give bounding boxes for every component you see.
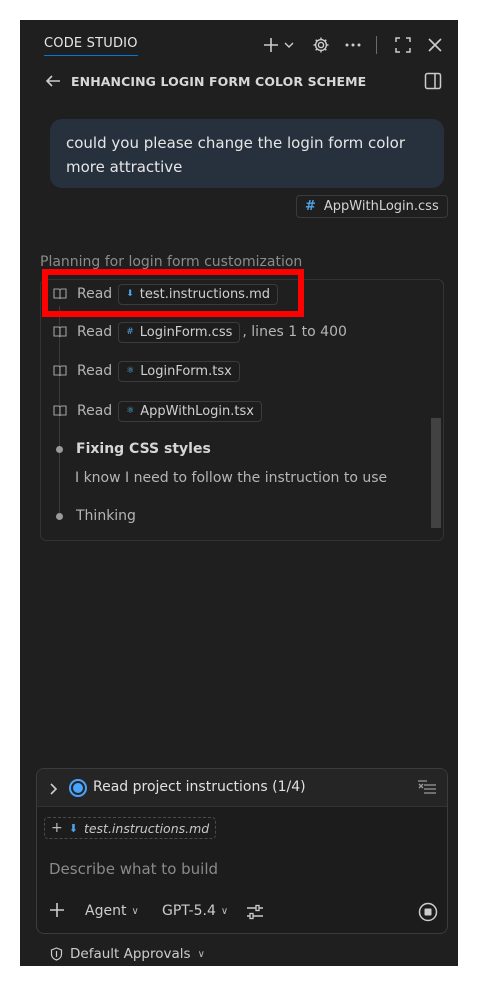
read-step: Read # LoginForm.css , lines 1 to 400	[53, 320, 347, 344]
book-icon	[53, 326, 67, 338]
toggle-panel-icon[interactable]	[424, 72, 444, 92]
thinking-row: Thinking	[53, 504, 136, 528]
thinking-bullet-icon	[56, 512, 63, 520]
user-message: could you please change the login form c…	[50, 119, 444, 188]
session-header: ENHANCING LOGIN FORM COLOR SCHEME	[20, 68, 458, 98]
read-step: Read ⚛ AppWithLogin.tsx	[53, 399, 262, 423]
read-label: Read	[77, 403, 113, 419]
annotation-highlight-box	[42, 269, 304, 317]
mode-dropdown[interactable]: Agent ∨	[85, 903, 139, 919]
chevron-down-icon: ∨	[220, 905, 229, 917]
settings-sliders-icon[interactable]	[246, 904, 264, 920]
context-attachment-name: test.instructions.md	[83, 820, 210, 836]
approvals-label: Default Approvals	[70, 946, 191, 962]
back-arrow-icon[interactable]	[44, 72, 64, 92]
maximize-icon[interactable]	[392, 34, 414, 56]
css-file-icon: #	[305, 199, 316, 214]
clear-list-icon[interactable]	[417, 779, 437, 797]
file-reference-name: AppWithLogin.tsx	[140, 403, 254, 419]
title-bar: CODE STUDIO	[20, 20, 458, 68]
todo-bar[interactable]: Read project instructions (1/4)	[37, 769, 447, 807]
file-reference-chip[interactable]: ⚛ AppWithLogin.tsx	[118, 400, 262, 422]
add-icon[interactable]	[49, 902, 65, 918]
model-dropdown[interactable]: GPT-5.4 ∨	[162, 903, 228, 919]
message-attachment-chip[interactable]: # AppWithLogin.css	[296, 195, 448, 218]
new-chat-icon[interactable]	[260, 34, 282, 56]
attachment-name: AppWithLogin.css	[323, 199, 439, 214]
more-icon[interactable]	[342, 34, 364, 56]
model-value: GPT-5.4	[162, 903, 216, 919]
chevron-down-icon[interactable]	[282, 34, 296, 56]
css-file-icon: #	[126, 327, 134, 337]
chevron-down-icon: ∨	[197, 948, 205, 960]
add-context-icon[interactable]: +	[51, 820, 63, 836]
step-bullet-icon	[56, 445, 63, 453]
read-label: Read	[77, 363, 113, 379]
react-file-icon: ⚛	[126, 406, 135, 416]
file-reference-chip[interactable]: ⚛ LoginForm.tsx	[118, 360, 240, 382]
stop-icon[interactable]	[418, 902, 438, 922]
line-range: , lines 1 to 400	[242, 324, 347, 340]
toolbar-divider	[376, 36, 377, 54]
chat-input-panel: Read project instructions (1/4) + ⬇ test…	[36, 768, 448, 934]
read-step: Read ⚛ LoginForm.tsx	[53, 359, 240, 383]
read-label: Read	[77, 324, 113, 340]
file-reference-name: LoginForm.tsx	[140, 363, 232, 379]
react-file-icon: ⚛	[126, 366, 135, 376]
scrollbar-thumb[interactable]	[431, 418, 441, 528]
markdown-file-icon: ⬇	[68, 821, 78, 835]
mode-value: Agent	[85, 903, 127, 919]
step-detail: I know I need to follow the instruction …	[75, 470, 388, 486]
app-title-tab[interactable]: CODE STUDIO	[44, 36, 138, 56]
todo-label: Read project instructions (1/4)	[93, 779, 306, 795]
todo-progress-icon	[69, 779, 87, 797]
chat-window: CODE STUDIO ENHANCING LOGIN FORM COLOR S…	[20, 20, 458, 966]
context-attachment-chip[interactable]: + ⬇ test.instructions.md	[44, 817, 217, 839]
book-icon	[53, 405, 67, 417]
approvals-dropdown[interactable]: Default Approvals ∨	[50, 946, 205, 962]
prompt-input[interactable]	[49, 857, 429, 881]
chevron-down-icon: ∨	[131, 905, 139, 917]
planning-text: Planning for login form customization	[40, 254, 303, 270]
step-title-row: Fixing CSS styles	[53, 437, 211, 461]
close-icon[interactable]	[424, 34, 446, 56]
file-reference-chip[interactable]: # LoginForm.css	[118, 321, 241, 343]
gear-icon[interactable]	[310, 34, 332, 56]
progress-box: Read ⬇ test.instructions.md Read # Login…	[40, 279, 444, 541]
thinking-label: Thinking	[76, 508, 136, 524]
step-title: Fixing CSS styles	[76, 441, 211, 457]
shield-icon	[50, 947, 63, 961]
file-reference-name: LoginForm.css	[139, 324, 233, 340]
session-title: ENHANCING LOGIN FORM COLOR SCHEME	[71, 74, 367, 89]
chevron-right-icon[interactable]	[49, 781, 59, 795]
book-icon	[53, 365, 67, 377]
